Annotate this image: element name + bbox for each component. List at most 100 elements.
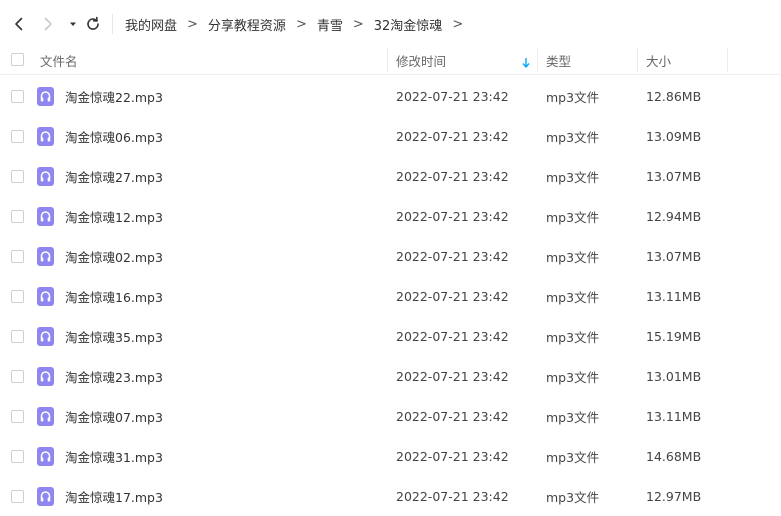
file-type: mp3文件: [546, 89, 600, 105]
file-type: mp3文件: [546, 449, 600, 465]
refresh-button[interactable]: [83, 14, 103, 34]
file-name: 淘金惊魂17.mp3: [65, 489, 163, 505]
file-size: 12.86MB: [646, 88, 702, 104]
file-size: 13.01MB: [646, 368, 702, 384]
file-type: mp3文件: [546, 329, 600, 345]
row-checkbox[interactable]: [11, 210, 24, 223]
column-header-size[interactable]: 大小: [646, 45, 671, 75]
file-name: 淘金惊魂23.mp3: [65, 369, 163, 385]
audio-file-icon: [37, 167, 54, 186]
file-modified: 2022-07-21 23:42: [396, 168, 509, 184]
audio-file-icon: [37, 447, 54, 466]
nav-divider: [112, 14, 113, 34]
file-modified: 2022-07-21 23:42: [396, 488, 509, 504]
file-name: 淘金惊魂35.mp3: [65, 329, 163, 345]
file-type: mp3文件: [546, 249, 600, 265]
breadcrumb-item-qingxue[interactable]: 青雪: [317, 15, 343, 34]
file-modified: 2022-07-21 23:42: [396, 128, 509, 144]
row-checkbox[interactable]: [11, 450, 24, 463]
table-row[interactable]: 淘金惊魂23.mp3 2022-07-21 23:42 mp3文件 13.01M…: [0, 356, 781, 396]
column-divider: [727, 48, 728, 72]
table-row[interactable]: 淘金惊魂22.mp3 2022-07-21 23:42 mp3文件 12.86M…: [0, 76, 781, 116]
row-checkbox[interactable]: [11, 370, 24, 383]
file-modified: 2022-07-21 23:42: [396, 328, 509, 344]
audio-file-icon: [37, 247, 54, 266]
file-name: 淘金惊魂07.mp3: [65, 409, 163, 425]
audio-file-icon: [37, 367, 54, 386]
file-modified: 2022-07-21 23:42: [396, 368, 509, 384]
audio-file-icon: [37, 127, 54, 146]
file-size: 12.97MB: [646, 488, 702, 504]
breadcrumb-separator: >: [452, 16, 464, 32]
file-type: mp3文件: [546, 209, 600, 225]
table-row[interactable]: 淘金惊魂02.mp3 2022-07-21 23:42 mp3文件 13.07M…: [0, 236, 781, 276]
file-modified: 2022-07-21 23:42: [396, 248, 509, 264]
breadcrumb: 我的网盘 > 分享教程资源 > 青雪 > 32淘金惊魂 >: [125, 15, 473, 34]
file-name: 淘金惊魂02.mp3: [65, 249, 163, 265]
table-row[interactable]: 淘金惊魂17.mp3 2022-07-21 23:42 mp3文件 12.97M…: [0, 476, 781, 516]
file-name: 淘金惊魂12.mp3: [65, 209, 163, 225]
row-checkbox[interactable]: [11, 130, 24, 143]
select-all-checkbox[interactable]: [11, 53, 24, 66]
row-checkbox[interactable]: [11, 290, 24, 303]
file-modified: 2022-07-21 23:42: [396, 88, 509, 104]
history-dropdown-button[interactable]: [63, 14, 83, 34]
table-row[interactable]: 淘金惊魂31.mp3 2022-07-21 23:42 mp3文件 14.68M…: [0, 436, 781, 476]
back-button[interactable]: [9, 14, 29, 34]
row-checkbox[interactable]: [11, 90, 24, 103]
file-type: mp3文件: [546, 489, 600, 505]
file-name: 淘金惊魂16.mp3: [65, 289, 163, 305]
table-row[interactable]: 淘金惊魂06.mp3 2022-07-21 23:42 mp3文件 13.09M…: [0, 116, 781, 156]
column-header-modified[interactable]: 修改时间: [396, 45, 446, 75]
file-modified: 2022-07-21 23:42: [396, 408, 509, 424]
audio-file-icon: [37, 207, 54, 226]
table-row[interactable]: 淘金惊魂07.mp3 2022-07-21 23:42 mp3文件 13.11M…: [0, 396, 781, 436]
forward-button[interactable]: [38, 14, 58, 34]
file-size: 15.19MB: [646, 328, 702, 344]
row-checkbox[interactable]: [11, 330, 24, 343]
chevron-left-icon: [15, 17, 23, 31]
file-name: 淘金惊魂31.mp3: [65, 449, 163, 465]
top-nav-bar: 我的网盘 > 分享教程资源 > 青雪 > 32淘金惊魂 >: [0, 0, 781, 48]
breadcrumb-item-root[interactable]: 我的网盘: [125, 15, 177, 34]
column-divider: [387, 48, 388, 72]
caret-down-icon: [70, 22, 76, 26]
table-row[interactable]: 淘金惊魂16.mp3 2022-07-21 23:42 mp3文件 13.11M…: [0, 276, 781, 316]
file-size: 13.07MB: [646, 168, 702, 184]
breadcrumb-item-current[interactable]: 32淘金惊魂: [374, 15, 443, 34]
file-name: 淘金惊魂27.mp3: [65, 169, 163, 185]
file-size: 13.11MB: [646, 288, 702, 304]
sort-desc-icon[interactable]: [521, 54, 531, 73]
audio-file-icon: [37, 287, 54, 306]
breadcrumb-separator: >: [295, 16, 307, 32]
file-size: 13.11MB: [646, 408, 702, 424]
file-type: mp3文件: [546, 289, 600, 305]
file-size: 12.94MB: [646, 208, 702, 224]
audio-file-icon: [37, 327, 54, 346]
file-size: 13.09MB: [646, 128, 702, 144]
file-modified: 2022-07-21 23:42: [396, 208, 509, 224]
file-type: mp3文件: [546, 409, 600, 425]
file-modified: 2022-07-21 23:42: [396, 288, 509, 304]
row-checkbox[interactable]: [11, 490, 24, 503]
table-row[interactable]: 淘金惊魂12.mp3 2022-07-21 23:42 mp3文件 12.94M…: [0, 196, 781, 236]
audio-file-icon: [37, 87, 54, 106]
row-checkbox[interactable]: [11, 250, 24, 263]
refresh-icon: [87, 16, 99, 30]
file-name: 淘金惊魂22.mp3: [65, 89, 163, 105]
column-header-name[interactable]: 文件名: [40, 45, 78, 75]
column-divider: [637, 48, 638, 72]
table-row[interactable]: 淘金惊魂27.mp3 2022-07-21 23:42 mp3文件 13.07M…: [0, 156, 781, 196]
breadcrumb-separator: >: [187, 16, 198, 32]
file-size: 14.68MB: [646, 448, 702, 464]
breadcrumb-separator: >: [352, 16, 364, 32]
row-checkbox[interactable]: [11, 170, 24, 183]
row-checkbox[interactable]: [11, 410, 24, 423]
file-size: 13.07MB: [646, 248, 702, 264]
breadcrumb-item-share[interactable]: 分享教程资源: [208, 15, 286, 34]
file-name: 淘金惊魂06.mp3: [65, 129, 163, 145]
chevron-right-icon: [44, 17, 52, 31]
file-list-header: 文件名 修改时间 类型 大小: [0, 45, 781, 75]
column-header-type[interactable]: 类型: [546, 45, 571, 75]
table-row[interactable]: 淘金惊魂35.mp3 2022-07-21 23:42 mp3文件 15.19M…: [0, 316, 781, 356]
